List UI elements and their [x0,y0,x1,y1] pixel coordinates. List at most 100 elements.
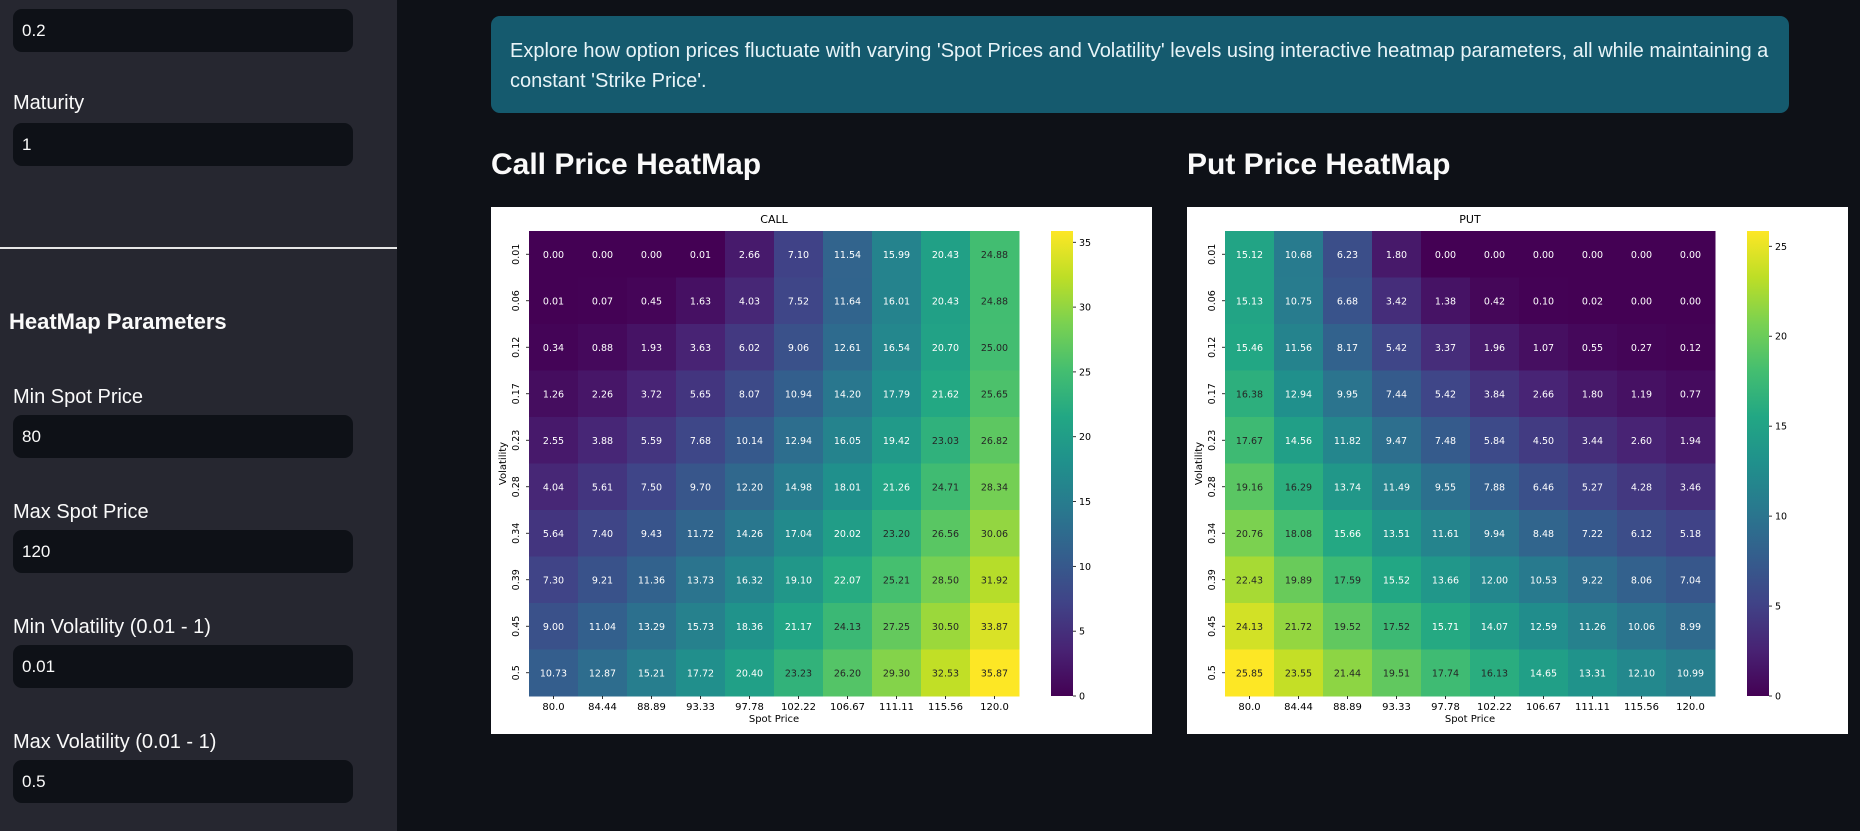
top-number-input[interactable]: 0.2 [13,9,353,52]
call-cell-label: 23.20 [883,529,910,540]
put-cell-label: 4.50 [1533,436,1554,447]
put-cell-label: 1.80 [1386,250,1407,261]
call-cell-label: 15.21 [638,668,665,679]
max-spot-value: 120 [22,541,51,561]
sidebar-divider [0,247,397,249]
call-cell-label: 5.64 [543,529,564,540]
max-volatility-input[interactable]: 0.5 [13,760,353,803]
put-cell-label: 5.27 [1582,482,1603,493]
call-colorbar-tick: 35 [1079,238,1091,249]
call-cell-label: 9.21 [592,575,613,586]
put-cell-label: 0.00 [1631,296,1652,307]
put-cell-label: 7.44 [1386,389,1407,400]
put-heatmap-chart: PUT 15.12 10.68 6.23 1.80 0.00 0.00 0.00 0.00 0.0… [1194,213,1787,725]
call-colorbar-tick: 5 [1079,627,1085,638]
max-spot-input[interactable]: 120 [13,530,353,573]
call-x-axis-label: Spot Price [749,714,799,725]
call-y-tick-label: 0.28 [511,476,522,497]
call-y-tick-label: 0.01 [511,244,522,265]
call-cell-label: 14.26 [736,529,763,540]
call-x-tick-label: 88.89 [637,702,666,713]
put-x-tick-label: 106.67 [1526,702,1561,713]
call-cell-label: 10.14 [736,436,763,447]
put-cell-label: 2.66 [1533,389,1554,400]
call-cell-label: 26.56 [932,529,959,540]
call-cell-label: 24.71 [932,482,959,493]
call-cell-label: 9.70 [690,482,711,493]
call-cell-label: 19.10 [785,575,812,586]
put-cell-label: 0.77 [1680,389,1701,400]
call-cell-label: 25.21 [883,575,910,586]
max-volatility-label: Max Volatility (0.01 - 1) [13,731,217,753]
call-heatmap-title: Call Price HeatMap [491,148,762,181]
call-cell-label: 32.53 [932,668,959,679]
put-cell-label: 10.75 [1285,296,1312,307]
put-cell-label: 15.13 [1236,296,1263,307]
min-volatility-input[interactable]: 0.01 [13,645,353,688]
call-cell-label: 13.29 [638,622,665,633]
put-cell-label: 1.19 [1631,389,1652,400]
put-colorbar-tick: 20 [1775,332,1787,343]
put-x-tick-label: 111.11 [1575,702,1610,713]
put-cell-label: 24.13 [1236,622,1263,633]
put-cell-label: 3.42 [1386,296,1407,307]
put-cell-label: 11.82 [1334,436,1361,447]
call-cell-label: 30.06 [981,529,1008,540]
call-cell-label: 7.30 [543,575,564,586]
maturity-input[interactable]: 1 [13,123,353,166]
put-cell-label: 6.68 [1337,296,1358,307]
call-cell-label: 27.25 [883,622,910,633]
call-cell-label: 26.20 [834,668,861,679]
put-y-tick-label: 0.5 [1207,665,1218,680]
put-cell-label: 12.00 [1481,575,1508,586]
put-cell-label: 1.96 [1484,343,1505,354]
call-cell-label: 21.17 [785,622,812,633]
heatmap-parameters-title: HeatMap Parameters [9,309,227,334]
call-cell-label: 21.26 [883,482,910,493]
call-cell-label: 0.01 [543,296,564,307]
put-cell-label: 3.84 [1484,389,1505,400]
call-x-tick-label: 97.78 [735,702,764,713]
put-cell-label: 9.55 [1435,482,1456,493]
put-cell-label: 16.38 [1236,389,1263,400]
put-heatmap-title: Put Price HeatMap [1187,148,1451,181]
put-cell-label: 10.53 [1530,575,1557,586]
put-cell-label: 3.46 [1680,482,1701,493]
call-heatmap-chart: CALL 0.00 0.00 0.00 0.01 2.66 7.10 11.54 15.99 20… [498,213,1091,725]
put-y-tick-label: 0.39 [1207,569,1218,590]
call-cell-label: 6.02 [739,343,760,354]
put-cell-label: 3.37 [1435,343,1456,354]
put-cell-label: 9.22 [1582,575,1603,586]
call-cell-label: 0.00 [543,250,564,261]
put-cell-label: 1.94 [1680,436,1701,447]
put-cell-label: 7.04 [1680,575,1701,586]
put-cell-label: 12.10 [1628,668,1655,679]
put-cell-label: 1.38 [1435,296,1456,307]
put-cell-label: 21.72 [1285,622,1312,633]
put-cell-label: 9.95 [1337,389,1358,400]
call-cell-label: 5.61 [592,482,613,493]
min-spot-label: Min Spot Price [13,386,144,408]
put-cell-label: 7.88 [1484,482,1505,493]
call-cell-label: 26.82 [981,436,1008,447]
max-volatility-value: 0.5 [22,771,46,791]
put-cell-label: 7.48 [1435,436,1456,447]
put-cell-label: 0.12 [1680,343,1701,354]
put-cell-label: 13.51 [1383,529,1410,540]
call-cell-label: 16.05 [834,436,861,447]
call-x-tick-label: 120.0 [980,702,1009,713]
put-y-tick-label: 0.17 [1207,383,1218,404]
call-cell-label: 22.07 [834,575,861,586]
call-cell-label: 1.63 [690,296,711,307]
call-cell-label: 0.00 [592,250,613,261]
put-y-tick-label: 0.01 [1207,244,1218,265]
call-cell-label: 4.03 [739,296,760,307]
call-cell-label: 3.72 [641,389,662,400]
call-cell-label: 24.88 [981,250,1008,261]
call-x-tick-label: 93.33 [686,702,715,713]
put-cell-label: 11.49 [1383,482,1410,493]
max-spot-label: Max Spot Price [13,501,149,523]
call-cell-label: 10.73 [540,668,567,679]
put-cell-label: 17.59 [1334,575,1361,586]
min-spot-input[interactable]: 80 [13,415,353,458]
